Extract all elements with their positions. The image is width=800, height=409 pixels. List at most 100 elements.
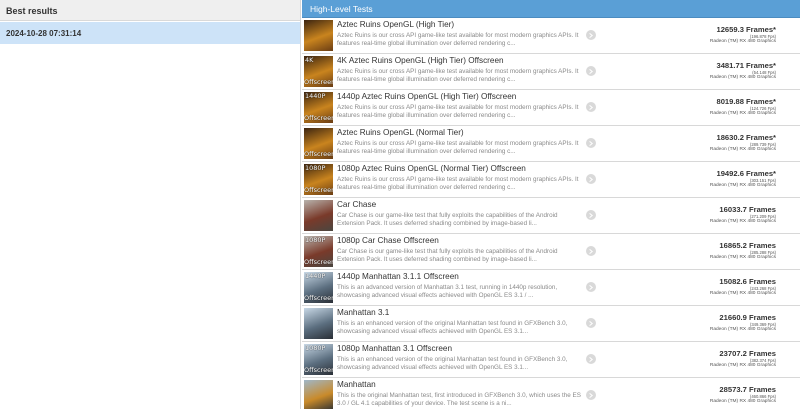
- test-thumbnail: Offscreen: [304, 128, 333, 159]
- test-result: 3481.71 Frames* (54.148 Fps) Radeon (TM)…: [626, 61, 776, 81]
- test-result: 23707.2 Frames (382.374 Fps) Radeon (TM)…: [626, 349, 776, 369]
- test-info: 1440p Aztec Ruins OpenGL (High Tier) Off…: [337, 92, 582, 129]
- chevron-right-icon[interactable]: [586, 30, 596, 40]
- test-row[interactable]: Manhattan This is the original Manhattan…: [302, 378, 800, 409]
- test-result: 12659.3 Frames* (196.878 Fps) Radeon (TM…: [626, 25, 776, 45]
- test-thumbnail: [304, 200, 333, 231]
- result-gpu: Radeon (TM) RX 480 Graphics: [709, 39, 776, 44]
- test-title: Manhattan 3.1: [337, 308, 390, 317]
- test-thumbnail: [304, 20, 333, 51]
- high-level-tests-header: High-Level Tests: [302, 0, 800, 18]
- chevron-right-icon[interactable]: [586, 390, 596, 400]
- test-result: 16033.7 Frames (271.209 Fps) Radeon (TM)…: [626, 205, 776, 225]
- app-window: Best results 2024-10-28 07:31:14 High-Le…: [0, 0, 800, 409]
- chevron-right-icon[interactable]: [586, 138, 596, 148]
- test-result: 21660.9 Frames (349.369 Fps) Radeon (TM)…: [626, 313, 776, 333]
- thumbnail-offscreen-label: Offscreen: [304, 367, 333, 374]
- chevron-right-icon[interactable]: [586, 102, 596, 112]
- result-frames: 21660.9 Frames: [719, 313, 776, 322]
- chevron-right-icon[interactable]: [586, 174, 596, 184]
- result-gpu: Radeon (TM) RX 480 Graphics: [709, 255, 776, 260]
- best-results-header: Best results: [0, 0, 300, 21]
- result-frames: 12659.3 Frames*: [716, 25, 776, 34]
- thumbnail-resolution-label: 1440P: [305, 93, 326, 100]
- result-frames: 28573.7 Frames: [719, 385, 776, 394]
- best-results-panel: Best results 2024-10-28 07:31:14: [0, 0, 301, 409]
- thumbnail-offscreen-label: Offscreen: [304, 187, 333, 194]
- test-title: Car Chase: [337, 200, 377, 209]
- chevron-right-icon[interactable]: [586, 246, 596, 256]
- test-title: Aztec Ruins OpenGL (High Tier): [337, 20, 455, 29]
- test-result: 18630.2 Frames* (289.739 Fps) Radeon (TM…: [626, 133, 776, 153]
- test-info: 1080p Aztec Ruins OpenGL (Normal Tier) O…: [337, 164, 582, 201]
- tests-panel: High-Level Tests Aztec Ruins OpenGL (Hig…: [302, 0, 800, 409]
- test-thumbnail: [304, 308, 333, 339]
- result-frames: 16033.7 Frames: [719, 205, 776, 214]
- result-frames: 18630.2 Frames*: [716, 133, 776, 142]
- test-info: 1080p Manhattan 3.1 Offscreen This is an…: [337, 344, 582, 381]
- result-frames: 16865.2 Frames: [719, 241, 776, 250]
- result-gpu: Radeon (TM) RX 480 Graphics: [709, 291, 776, 296]
- test-thumbnail: 1080P Offscreen: [304, 236, 333, 267]
- test-thumbnail: 4K Offscreen: [304, 56, 333, 87]
- test-info: Aztec Ruins OpenGL (High Tier) Aztec Rui…: [337, 20, 582, 57]
- result-gpu: Radeon (TM) RX 480 Graphics: [709, 219, 776, 224]
- test-info: 1080p Car Chase Offscreen Car Chase is o…: [337, 236, 582, 273]
- result-entry[interactable]: 2024-10-28 07:31:14: [0, 22, 300, 44]
- thumbnail-resolution-label: 1440P: [305, 273, 326, 280]
- test-row[interactable]: Offscreen Aztec Ruins OpenGL (Normal Tie…: [302, 126, 800, 162]
- test-info: Manhattan This is the original Manhattan…: [337, 380, 582, 409]
- chevron-right-icon[interactable]: [586, 318, 596, 328]
- test-row[interactable]: 4K Offscreen 4K Aztec Ruins OpenGL (High…: [302, 54, 800, 90]
- thumbnail-resolution-label: 4K: [305, 57, 314, 64]
- thumbnail-offscreen-label: Offscreen: [304, 295, 333, 302]
- test-info: Manhattan 3.1 This is an enhanced versio…: [337, 308, 582, 345]
- result-gpu: Radeon (TM) RX 480 Graphics: [709, 183, 776, 188]
- test-row[interactable]: Manhattan 3.1 This is an enhanced versio…: [302, 306, 800, 342]
- result-gpu: Radeon (TM) RX 480 Graphics: [709, 147, 776, 152]
- test-result: 8019.88 Frames* (124.726 Fps) Radeon (TM…: [626, 97, 776, 117]
- result-frames: 8019.88 Frames*: [716, 97, 776, 106]
- result-frames: 23707.2 Frames: [719, 349, 776, 358]
- thumbnail-resolution-label: 1080P: [305, 237, 326, 244]
- test-title: Aztec Ruins OpenGL (Normal Tier): [337, 128, 464, 137]
- chevron-right-icon[interactable]: [586, 354, 596, 364]
- test-title: Manhattan: [337, 380, 376, 389]
- chevron-right-icon[interactable]: [586, 210, 596, 220]
- test-row[interactable]: 1440P Offscreen 1440p Manhattan 3.1.1 Of…: [302, 270, 800, 306]
- test-info: Car Chase Car Chase is our game-like tes…: [337, 200, 582, 237]
- test-info: 4K Aztec Ruins OpenGL (High Tier) Offscr…: [337, 56, 582, 93]
- thumbnail-resolution-label: 1080P: [305, 165, 326, 172]
- thumbnail-resolution-label: 1080P: [305, 345, 326, 352]
- result-frames: 15082.6 Frames: [719, 277, 776, 286]
- result-gpu: Radeon (TM) RX 480 Graphics: [709, 327, 776, 332]
- test-row[interactable]: 1440P Offscreen 1440p Aztec Ruins OpenGL…: [302, 90, 800, 126]
- result-gpu: Radeon (TM) RX 480 Graphics: [709, 399, 776, 404]
- chevron-right-icon[interactable]: [586, 282, 596, 292]
- test-row[interactable]: 1080P Offscreen 1080p Manhattan 3.1 Offs…: [302, 342, 800, 378]
- test-result: 16865.2 Frames (285.288 Fps) Radeon (TM)…: [626, 241, 776, 261]
- chevron-right-icon[interactable]: [586, 66, 596, 76]
- test-thumbnail: 1440P Offscreen: [304, 92, 333, 123]
- test-thumbnail: [304, 380, 333, 409]
- test-title: 4K Aztec Ruins OpenGL (High Tier) Offscr…: [337, 56, 504, 65]
- test-row[interactable]: Aztec Ruins OpenGL (High Tier) Aztec Rui…: [302, 18, 800, 54]
- thumbnail-offscreen-label: Offscreen: [304, 79, 333, 86]
- test-title: 1080p Car Chase Offscreen: [337, 236, 439, 245]
- thumbnail-offscreen-label: Offscreen: [304, 151, 333, 158]
- test-title: 1080p Aztec Ruins OpenGL (Normal Tier) O…: [337, 164, 526, 173]
- thumbnail-offscreen-label: Offscreen: [304, 115, 333, 122]
- test-title: 1080p Manhattan 3.1 Offscreen: [337, 344, 453, 353]
- test-thumbnail: 1080P Offscreen: [304, 344, 333, 375]
- test-info: Aztec Ruins OpenGL (Normal Tier) Aztec R…: [337, 128, 582, 165]
- test-row[interactable]: Car Chase Car Chase is our game-like tes…: [302, 198, 800, 234]
- test-info: 1440p Manhattan 3.1.1 Offscreen This is …: [337, 272, 582, 309]
- test-row[interactable]: 1080P Offscreen 1080p Aztec Ruins OpenGL…: [302, 162, 800, 198]
- test-result: 19492.6 Frames* (303.151 Fps) Radeon (TM…: [626, 169, 776, 189]
- result-gpu: Radeon (TM) RX 480 Graphics: [709, 363, 776, 368]
- test-row[interactable]: 1080P Offscreen 1080p Car Chase Offscree…: [302, 234, 800, 270]
- test-description: This is the original Manhattan test, fir…: [337, 392, 581, 408]
- test-thumbnail: 1080P Offscreen: [304, 164, 333, 195]
- test-thumbnail: 1440P Offscreen: [304, 272, 333, 303]
- test-result: 15082.6 Frames (243.268 Fps) Radeon (TM)…: [626, 277, 776, 297]
